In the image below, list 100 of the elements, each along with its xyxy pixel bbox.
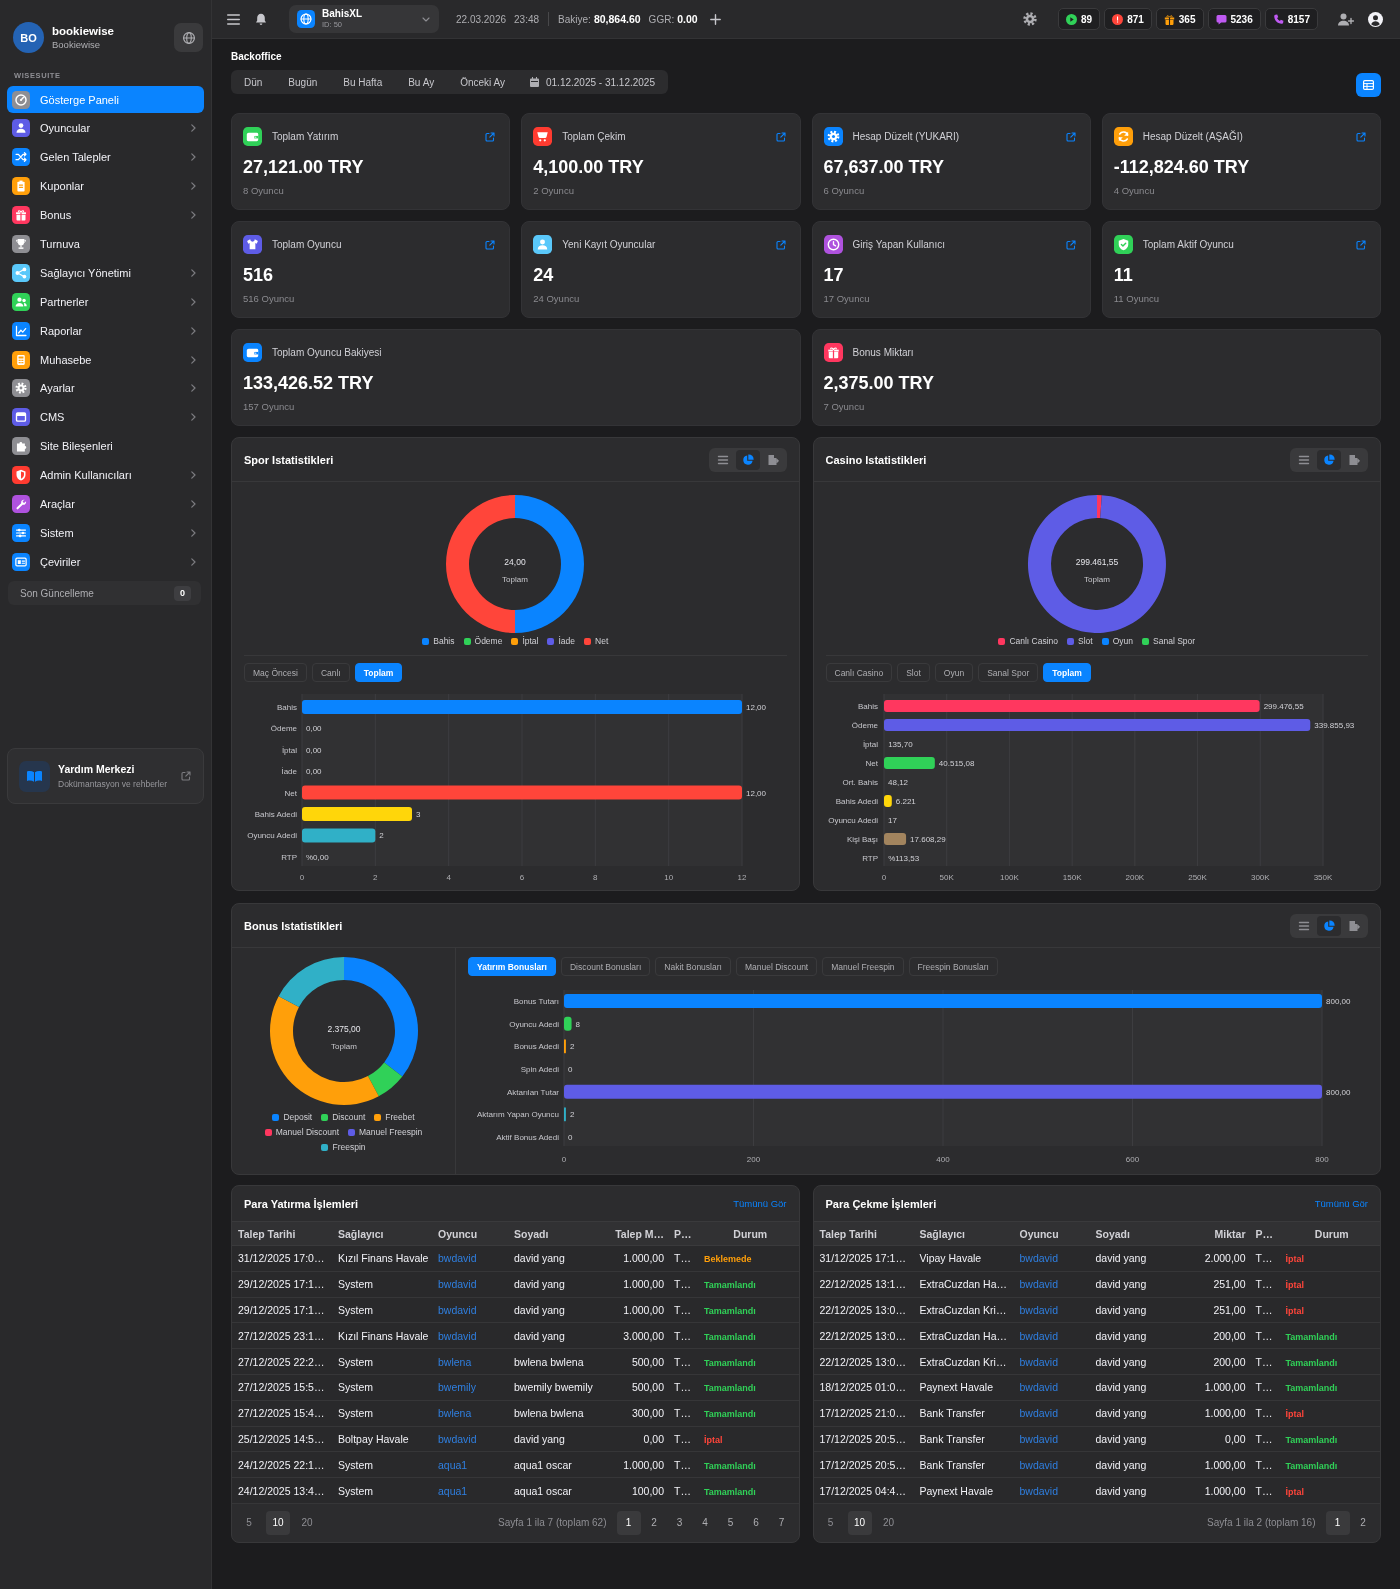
column-header[interactable]: Talep Tarihi <box>232 1221 332 1246</box>
period-tab[interactable]: Bu Hafta <box>330 70 396 94</box>
page-size-button[interactable]: 20 <box>295 1511 319 1535</box>
language-button[interactable] <box>174 23 203 52</box>
menu-icon[interactable] <box>227 13 240 25</box>
nav-item[interactable]: Sistem <box>7 519 204 547</box>
player-link[interactable]: bwdavid <box>1019 1355 1059 1368</box>
segment-tab[interactable]: Maç Öncesi <box>244 663 307 682</box>
last-update-item[interactable]: Son Güncelleme 0 <box>8 581 201 606</box>
table-view-button[interactable] <box>1356 73 1381 97</box>
chart-view-button[interactable] <box>1317 449 1341 470</box>
date-range-button[interactable]: 01.12.2025 - 31.12.2025 <box>518 70 668 94</box>
period-tab[interactable]: Bugün <box>275 70 331 94</box>
counter-badge[interactable]: 365 <box>1155 8 1204 30</box>
column-header[interactable]: Talep M… <box>604 1221 668 1246</box>
external-link-icon[interactable] <box>1356 131 1366 142</box>
column-header[interactable]: Sağlayıcı <box>332 1221 432 1246</box>
nav-item[interactable]: Muhasebe <box>7 346 204 373</box>
column-header[interactable]: Talep Tarihi <box>813 1221 914 1246</box>
view-all-link[interactable]: Tümünü Gör <box>733 1198 787 1209</box>
column-header[interactable]: P… <box>668 1221 698 1246</box>
segment-tab[interactable]: Sanal Spor <box>978 663 1039 682</box>
period-tab[interactable]: Dün <box>231 70 276 94</box>
segment-tab[interactable]: Freespin Bonusları <box>908 957 998 976</box>
player-link[interactable]: bwdavid <box>1019 1304 1059 1316</box>
external-link-icon[interactable] <box>181 771 191 782</box>
column-header[interactable]: Oyuncu <box>1013 1221 1090 1246</box>
view-all-link[interactable]: Tümünü Gör <box>1314 1198 1368 1209</box>
segment-tab[interactable]: Slot <box>897 663 930 682</box>
counter-badge[interactable]: 89 <box>1058 8 1101 30</box>
column-header[interactable]: Soyadı <box>1089 1221 1186 1246</box>
page-size-button[interactable]: 10 <box>266 1511 290 1535</box>
player-link[interactable]: bwdavid <box>1019 1458 1059 1471</box>
player-link[interactable]: bwlena <box>438 1407 472 1420</box>
player-link[interactable]: aqua1 <box>438 1458 468 1471</box>
counter-badge[interactable]: 5236 <box>1207 8 1261 30</box>
segment-tab[interactable]: Canlı <box>311 663 350 682</box>
period-tab[interactable]: Bu Ay <box>395 70 448 94</box>
bell-icon[interactable] <box>255 12 267 26</box>
chart-view-button[interactable] <box>1317 915 1341 936</box>
nav-item[interactable]: Çeviriler <box>7 548 204 576</box>
player-link[interactable]: bwdavid <box>1019 1329 1059 1342</box>
page-size-button[interactable]: 20 <box>876 1511 901 1535</box>
page-button[interactable]: 2 <box>1351 1511 1375 1535</box>
counter-badge[interactable]: 871 <box>1104 8 1152 30</box>
counter-badge[interactable]: 8157 <box>1264 8 1318 30</box>
page-size-button[interactable]: 10 <box>847 1511 872 1535</box>
nav-item[interactable]: Site Bileşenleri <box>7 432 204 460</box>
external-link-icon[interactable] <box>775 239 786 250</box>
nav-item[interactable]: Oyuncular <box>7 114 204 142</box>
player-link[interactable]: bwdavid <box>438 1304 477 1316</box>
page-size-button[interactable]: 5 <box>237 1511 261 1535</box>
plus-icon[interactable] <box>709 13 721 25</box>
add-user-icon[interactable] <box>1338 12 1354 26</box>
player-link[interactable]: bwlena <box>438 1355 472 1368</box>
column-header[interactable]: Soyadı <box>508 1221 604 1246</box>
settings-icon[interactable] <box>1023 12 1037 26</box>
nav-item[interactable]: CMS <box>7 403 204 431</box>
nav-item[interactable]: Bonus <box>7 201 204 229</box>
external-link-icon[interactable] <box>1065 239 1076 250</box>
player-link[interactable]: bwdavid <box>1019 1407 1059 1420</box>
nav-item[interactable]: Ayarlar <box>7 374 204 402</box>
segment-tab[interactable]: Nakit Bonusları <box>655 957 731 976</box>
external-link-icon[interactable] <box>485 131 496 142</box>
column-header[interactable]: P… <box>1249 1221 1280 1246</box>
column-header[interactable]: Durum <box>698 1221 799 1246</box>
player-link[interactable]: bwdavid <box>438 1329 477 1342</box>
page-button[interactable]: 6 <box>744 1511 768 1535</box>
player-link[interactable]: aqua1 <box>438 1484 468 1497</box>
page-button[interactable]: 5 <box>718 1511 743 1535</box>
external-link-icon[interactable] <box>1065 131 1076 142</box>
segment-tab[interactable]: Manuel Freespin <box>822 957 904 976</box>
segment-tab[interactable]: Yatırım Bonusları <box>468 957 556 976</box>
external-link-icon[interactable] <box>485 239 496 250</box>
player-link[interactable]: bwdavid <box>1019 1278 1059 1291</box>
player-link[interactable]: bwdavid <box>1019 1432 1059 1445</box>
segment-tab[interactable]: Discount Bonusları <box>560 957 651 976</box>
nav-item[interactable]: Admin Kullanıcıları <box>7 461 204 489</box>
page-button[interactable]: 7 <box>769 1511 794 1535</box>
page-button[interactable]: 2 <box>642 1511 666 1535</box>
player-link[interactable]: bwdavid <box>1019 1381 1059 1394</box>
column-header[interactable]: Sağlayıcı <box>913 1221 1014 1246</box>
column-header[interactable]: Oyuncu <box>432 1221 508 1246</box>
page-button[interactable]: 4 <box>693 1511 717 1535</box>
nav-item[interactable]: Araçlar <box>7 490 204 518</box>
nav-item[interactable]: Turnuva <box>7 230 204 258</box>
nav-item[interactable]: Kuponlar <box>7 172 204 200</box>
nav-item[interactable]: Raporlar <box>7 317 204 345</box>
segment-tab[interactable]: Canlı Casino <box>825 663 893 682</box>
page-button[interactable]: 1 <box>616 1511 641 1535</box>
column-header[interactable]: Miktar <box>1185 1221 1250 1246</box>
external-link-icon[interactable] <box>775 131 786 142</box>
chart-view-button[interactable] <box>735 449 760 470</box>
segment-tab[interactable]: Toplam <box>354 663 403 682</box>
page-button[interactable]: 1 <box>1325 1511 1350 1535</box>
player-link[interactable]: bwdavid <box>1019 1484 1059 1497</box>
player-link[interactable]: bwdavid <box>438 1278 477 1291</box>
segment-tab[interactable]: Toplam <box>1043 663 1091 682</box>
user-avatar-icon[interactable] <box>1368 11 1383 27</box>
nav-item[interactable]: Partnerler <box>7 288 204 316</box>
